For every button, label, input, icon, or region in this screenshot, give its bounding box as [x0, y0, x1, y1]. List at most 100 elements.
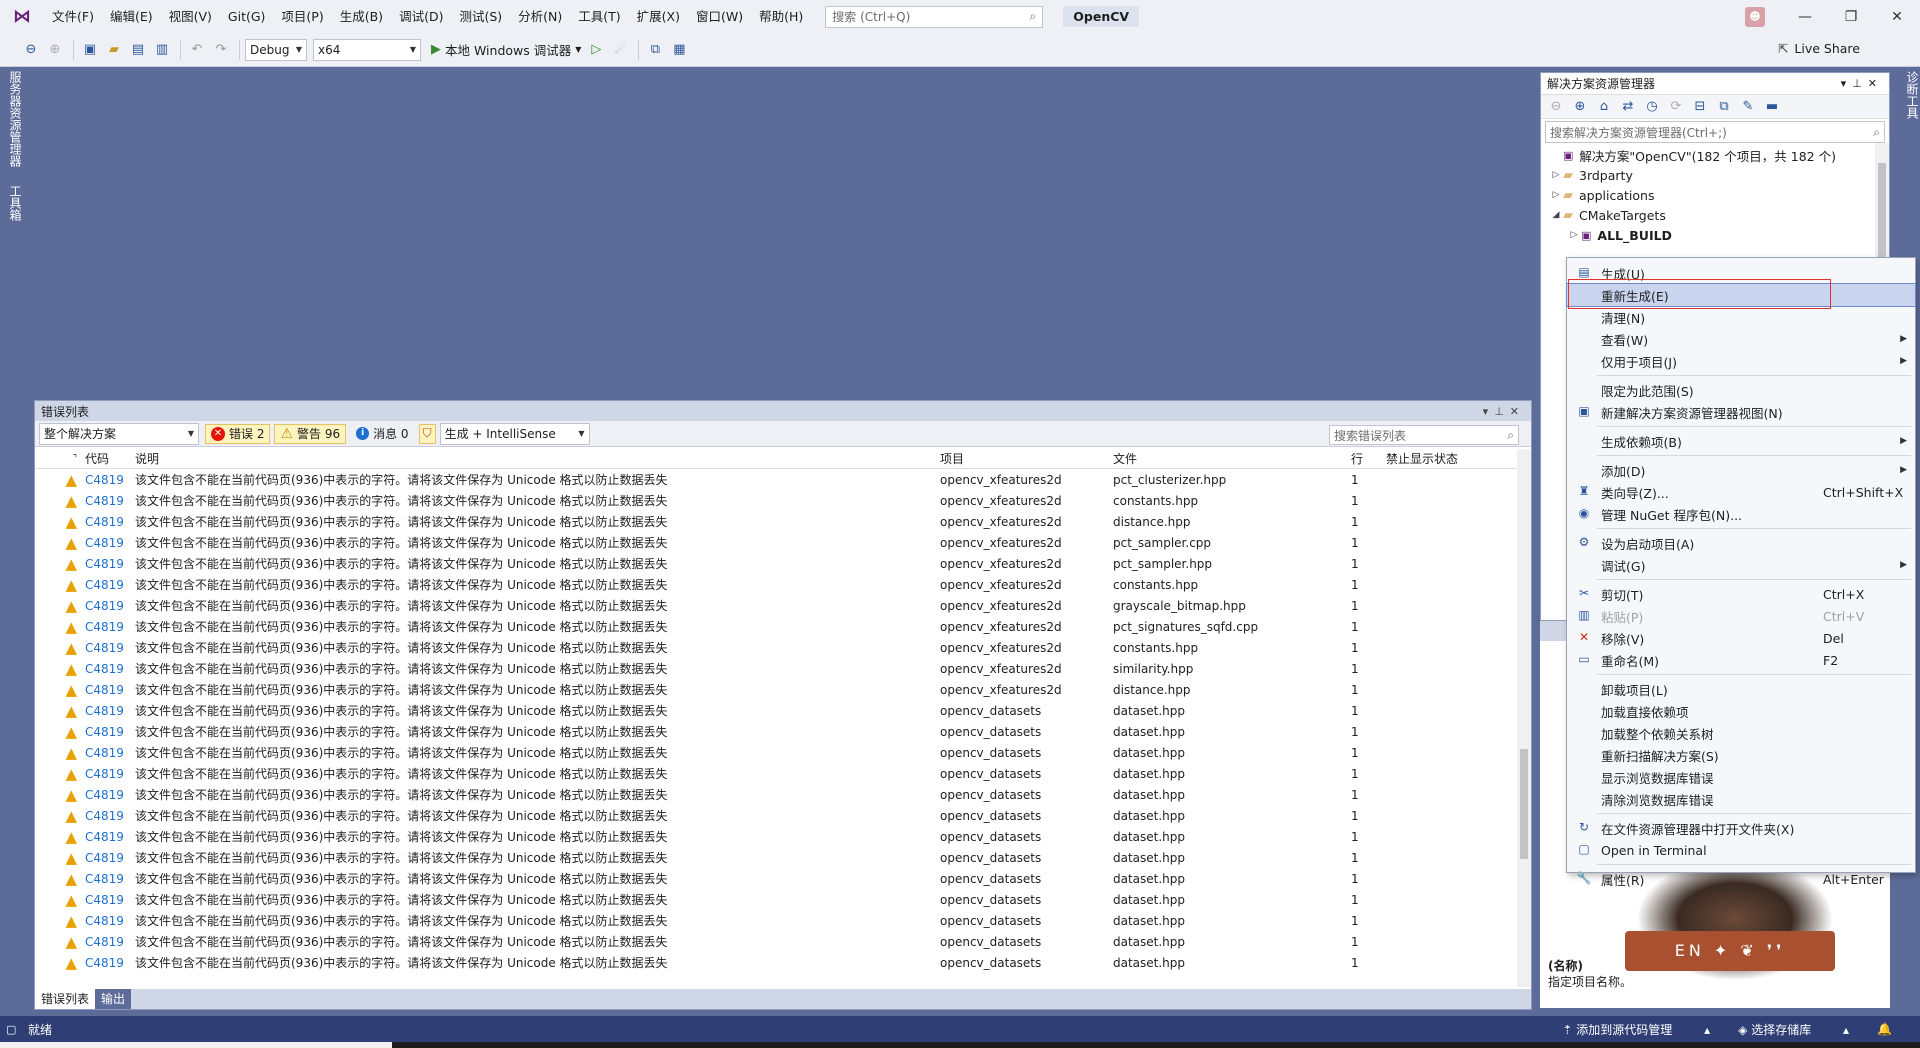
messages-filter-button[interactable]: i 消息 0 — [350, 424, 414, 444]
warnings-filter-button[interactable]: ⚠ 警告 96 — [274, 423, 347, 444]
live-share-button[interactable]: ⇱ Live Share — [1778, 41, 1860, 56]
error-code-link[interactable]: C4819 — [85, 641, 135, 655]
error-code-link[interactable]: C4819 — [85, 578, 135, 592]
column-header-suppression[interactable]: 禁止显示状态 — [1386, 450, 1516, 467]
error-code-link[interactable]: C4819 — [85, 725, 135, 739]
home-icon[interactable]: ⌂ — [1593, 96, 1615, 118]
context-menu-item[interactable]: 重新扫描解决方案(S) — [1567, 744, 1915, 766]
pin-icon[interactable]: ⊥ — [1852, 77, 1868, 90]
context-menu-item[interactable]: ↻ 在文件资源管理器中打开文件夹(X) — [1567, 817, 1915, 839]
context-menu-item[interactable]: 调试(G) ▶ — [1567, 554, 1915, 576]
menu-item[interactable]: Git(G) — [220, 0, 274, 33]
build-filter-select[interactable]: 生成 + IntelliSense ▼ — [439, 422, 590, 445]
sync-icon[interactable]: ⟳ — [1665, 96, 1687, 118]
context-menu-item[interactable]: 显示浏览数据库错误 — [1567, 766, 1915, 788]
context-menu-item[interactable]: ▢ Open in Terminal — [1567, 839, 1915, 861]
notification-bell-icon[interactable]: 🔔 — [1877, 1022, 1892, 1036]
error-code-link[interactable]: C4819 — [85, 515, 135, 529]
error-code-link[interactable]: C4819 — [85, 788, 135, 802]
layout-icon[interactable]: ▦ — [668, 39, 690, 61]
switch-views-icon[interactable]: ⇄ — [1617, 96, 1639, 118]
context-menu-item[interactable]: 添加(D) ▶ — [1567, 459, 1915, 481]
error-code-link[interactable]: C4819 — [85, 767, 135, 781]
error-code-link[interactable]: C4819 — [85, 851, 135, 865]
column-header-line[interactable]: 行 — [1351, 450, 1386, 467]
table-row[interactable]: ▲ C4819 该文件包含不能在当前代码页(936)中表示的字符。请将该文件保存为 … — [35, 469, 1517, 490]
minimize-icon[interactable]: — — [1782, 9, 1828, 25]
table-row[interactable]: ▲ C4819 该文件包含不能在当前代码页(936)中表示的字符。请将该文件保存为 … — [35, 658, 1517, 679]
pending-changes-icon[interactable]: ◷ — [1641, 96, 1663, 118]
context-menu-item[interactable]: ⚙ 设为启动项目(A) — [1567, 532, 1915, 554]
start-debugging-button[interactable]: ▶ 本地 Windows 调试器 ▼ — [427, 38, 585, 62]
table-row[interactable]: ▲ C4819 该文件包含不能在当前代码页(936)中表示的字符。请将该文件保存为 … — [35, 679, 1517, 700]
tree-item[interactable]: ▷ ▰ applications — [1541, 185, 1889, 205]
scrollbar-thumb[interactable] — [1520, 749, 1528, 859]
preview-icon[interactable]: ▬ — [1761, 96, 1783, 118]
table-row[interactable]: ▲ C4819 该文件包含不能在当前代码页(936)中表示的字符。请将该文件保存为 … — [35, 637, 1517, 658]
error-search-input[interactable]: 搜索错误列表 ⌕ — [1329, 425, 1519, 445]
table-row[interactable]: ▲ C4819 该文件包含不能在当前代码页(936)中表示的字符。请将该文件保存为 … — [35, 511, 1517, 532]
menu-item[interactable]: 调试(D) — [391, 0, 451, 33]
back-icon[interactable]: ⊖ — [1545, 96, 1567, 118]
browse-icon[interactable]: ⧉ — [644, 39, 666, 61]
context-menu-item[interactable]: 清除浏览数据库错误 — [1567, 788, 1915, 810]
error-code-link[interactable]: C4819 — [85, 935, 135, 949]
context-menu-item[interactable]: 限定为此范围(S) — [1567, 379, 1915, 401]
menu-item[interactable]: 帮助(H) — [751, 0, 811, 33]
error-code-link[interactable]: C4819 — [85, 704, 135, 718]
table-row[interactable]: ▲ C4819 该文件包含不能在当前代码页(936)中表示的字符。请将该文件保存为 … — [35, 868, 1517, 889]
table-row[interactable]: ▲ C4819 该文件包含不能在当前代码页(936)中表示的字符。请将该文件保存为 … — [35, 700, 1517, 721]
error-code-link[interactable]: C4819 — [85, 830, 135, 844]
menu-item[interactable]: 视图(V) — [161, 0, 220, 33]
close-icon[interactable]: ✕ — [1510, 405, 1525, 418]
error-code-link[interactable]: C4819 — [85, 956, 135, 970]
menu-item[interactable]: 扩展(X) — [629, 0, 688, 33]
forward-icon[interactable]: ⊕ — [1569, 96, 1591, 118]
show-all-files-icon[interactable]: ⧉ — [1713, 96, 1735, 118]
error-code-link[interactable]: C4819 — [85, 746, 135, 760]
context-menu-item[interactable]: ✕ 移除(V) Del — [1567, 627, 1915, 649]
context-menu-item[interactable]: 生成依赖项(B) ▶ — [1567, 430, 1915, 452]
pin-icon[interactable]: ⊥ — [1494, 405, 1510, 418]
open-file-icon[interactable]: ▰ — [103, 39, 125, 61]
server-explorer-tab[interactable]: 服务器资源管理器 — [7, 67, 24, 171]
table-row[interactable]: ▲ C4819 该文件包含不能在当前代码页(936)中表示的字符。请将该文件保存为 … — [35, 532, 1517, 553]
table-row[interactable]: ▲ C4819 该文件包含不能在当前代码页(936)中表示的字符。请将该文件保存为 … — [35, 763, 1517, 784]
close-icon[interactable]: ✕ — [1874, 9, 1920, 25]
undo-icon[interactable]: ↶ — [186, 39, 208, 61]
forward-icon[interactable]: ⊕ — [44, 39, 66, 61]
new-project-icon[interactable]: ▣ — [79, 39, 101, 61]
expander-icon[interactable]: ◢ — [1549, 210, 1563, 220]
tree-item[interactable]: ◢ ▰ CMakeTargets — [1541, 205, 1889, 225]
column-header-description[interactable]: 说明 — [135, 450, 940, 467]
collapse-all-icon[interactable]: ⊟ — [1689, 96, 1711, 118]
menu-item[interactable]: 窗口(W) — [688, 0, 751, 33]
platform-select[interactable]: x64 ▼ — [313, 38, 421, 61]
error-code-link[interactable]: C4819 — [85, 536, 135, 550]
expander-icon[interactable]: ▷ — [1549, 190, 1563, 200]
table-row[interactable]: ▲ C4819 该文件包含不能在当前代码页(936)中表示的字符。请将该文件保存为 … — [35, 616, 1517, 637]
hot-reload-icon[interactable]: ☄ — [609, 39, 631, 61]
context-menu-item[interactable]: 加载直接依赖项 — [1567, 700, 1915, 722]
context-menu-item[interactable]: ▥ 粘贴(P) Ctrl+V — [1567, 605, 1915, 627]
save-all-icon[interactable]: ▥ — [151, 39, 173, 61]
column-header-project[interactable]: 项目 — [940, 450, 1113, 467]
table-row[interactable]: ▲ C4819 该文件包含不能在当前代码页(936)中表示的字符。请将该文件保存为 … — [35, 931, 1517, 952]
properties-icon[interactable]: ✎ — [1737, 96, 1759, 118]
scope-select[interactable]: 整个解决方案 ▼ — [39, 422, 199, 445]
tree-item[interactable]: ▷ ▣ ALL_BUILD — [1541, 225, 1889, 245]
table-row[interactable]: ▲ C4819 该文件包含不能在当前代码页(936)中表示的字符。请将该文件保存为 … — [35, 847, 1517, 868]
table-row[interactable]: ▲ C4819 该文件包含不能在当前代码页(936)中表示的字符。请将该文件保存为 … — [35, 721, 1517, 742]
source-control-button[interactable]: ⇡ 添加到源代码管理 ▴ — [1562, 1021, 1710, 1038]
start-without-debugging-icon[interactable]: ▷ — [585, 39, 607, 61]
error-code-link[interactable]: C4819 — [85, 893, 135, 907]
context-menu-item[interactable]: ♜ 类向导(Z)... Ctrl+Shift+X — [1567, 481, 1915, 503]
back-icon[interactable]: ⊖ — [20, 39, 42, 61]
sort-icon[interactable]: ⌝ — [35, 454, 85, 464]
context-menu-item[interactable]: 仅用于项目(J) ▶ — [1567, 350, 1915, 372]
column-header-code[interactable]: 代码 — [85, 450, 135, 467]
profile-icon[interactable]: ☻ — [1745, 7, 1765, 27]
save-icon[interactable]: ▤ — [127, 39, 149, 61]
repository-button[interactable]: ◈ 选择存储库 ▴ — [1738, 1021, 1849, 1038]
context-menu-item[interactable]: ▤ 生成(U) — [1567, 262, 1915, 284]
